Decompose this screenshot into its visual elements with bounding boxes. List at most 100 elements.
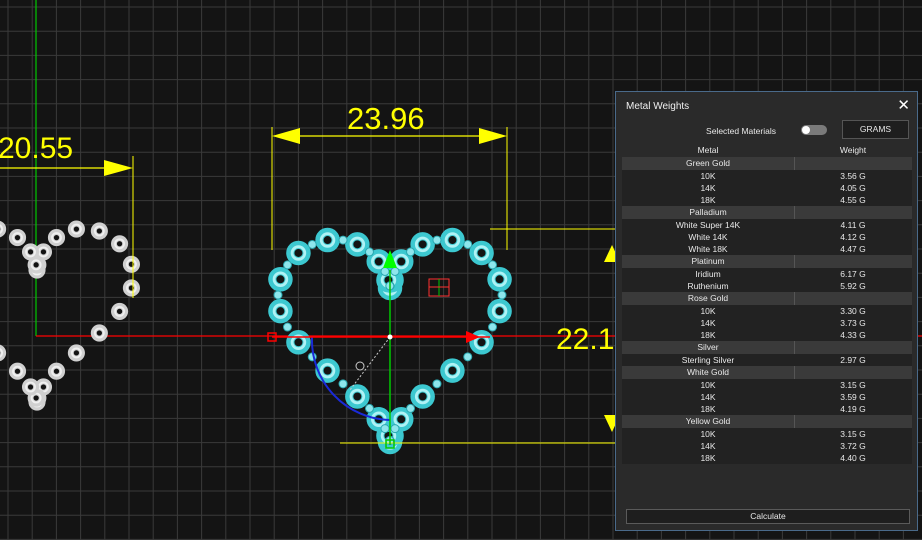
gem-setting-center [476, 337, 487, 348]
gem-setting-center [476, 247, 487, 258]
metal-group-header: Green Gold [622, 157, 912, 170]
gem-setting-center [447, 365, 458, 376]
silver-gem-setting-center [32, 261, 40, 269]
table-row: Sterling Silver 2.97 G [622, 354, 912, 366]
dimension-center: 23.96 [271, 101, 508, 250]
metal-group-name: White Gold [686, 367, 730, 377]
metal-group-header: Rose Gold [622, 292, 912, 305]
metal-weight: 4.05 G [840, 183, 866, 193]
silver-gem-setting-center [32, 394, 40, 402]
metal-weight: 3.15 G [840, 380, 866, 390]
metal-group-name: Green Gold [686, 158, 730, 168]
prong-bead [380, 424, 390, 434]
table-row: 14K 3.72 G [622, 440, 912, 452]
prong-bead [364, 247, 374, 257]
prong-bead [338, 379, 348, 389]
prong-bead [463, 239, 473, 249]
table-row: White Super 14K 4.11 G [622, 219, 912, 231]
gem-setting-center [352, 391, 363, 402]
metal-weight: 4.19 G [840, 404, 866, 414]
prong-bead [282, 260, 292, 270]
silver-gem-setting-center [95, 329, 104, 337]
gizmo-center[interactable] [387, 334, 393, 340]
metal-name: 18K [700, 453, 716, 463]
gem-setting-center [396, 256, 407, 267]
gem-setting-center [396, 414, 407, 425]
panel-title: Metal Weights [626, 101, 690, 112]
dimension-center-value: 23.96 [347, 101, 425, 136]
table-row: 18K 4.19 G [622, 403, 912, 415]
prong-bead [307, 239, 317, 249]
table-row: White 14K 4.12 G [622, 231, 912, 243]
metal-group-name: Silver [697, 342, 719, 352]
silver-gem-setting-center [26, 383, 35, 391]
table-row: 10K 3.15 G [622, 379, 912, 391]
prong-bead [380, 266, 390, 276]
metal-group-header: Platinum [622, 255, 912, 268]
silver-gem-setting-center [115, 240, 124, 248]
selected-materials-toggle[interactable] [801, 125, 827, 135]
silver-gem-setting-center [72, 225, 81, 233]
prong-bead [273, 290, 283, 300]
silver-gem-setting-center [13, 233, 22, 242]
table-row: 10K 3.30 G [622, 305, 912, 317]
silver-gem-setting-center [95, 227, 104, 235]
metal-weight: 3.72 G [840, 441, 866, 451]
silver-gem-setting-center [26, 248, 35, 256]
metal-name: White Super 14K [675, 220, 741, 230]
metal-name: 18K [700, 404, 716, 414]
prong-bead [432, 379, 442, 389]
silver-gem-setting-center [52, 233, 61, 242]
metal-group-name: Palladium [689, 207, 727, 217]
gem-setting-center [275, 306, 286, 317]
calculate-button[interactable]: Calculate [626, 509, 910, 524]
left-heart-model[interactable] [0, 220, 141, 411]
table-row: Ruthenium 5.92 G [622, 280, 912, 292]
metal-group-name: Platinum [691, 256, 725, 266]
metal-weight: 3.73 G [840, 318, 866, 328]
metal-name: 14K [700, 392, 716, 402]
silver-gem-setting-center [13, 367, 22, 375]
metal-weight: 4.40 G [840, 453, 866, 463]
metal-name: 18K [700, 195, 716, 205]
table-row: 14K 3.73 G [622, 317, 912, 329]
metal-name: White 14K [688, 232, 728, 242]
metal-weight: 4.12 G [840, 232, 866, 242]
gem-setting-center [494, 306, 505, 317]
metal-weight: 3.59 G [840, 392, 866, 402]
metal-name: Sterling Silver [681, 355, 735, 365]
metal-name: Ruthenium [687, 281, 729, 291]
column-weight: Weight [839, 145, 867, 155]
gem-setting-center [352, 239, 363, 250]
metal-name: 14K [700, 318, 716, 328]
prong-bead [432, 235, 442, 245]
metal-weights-panel: Metal Weights ✕ Selected Materials GRAMS… [615, 91, 918, 531]
prong-bead [488, 260, 498, 270]
gem-setting-center [322, 235, 333, 246]
metal-group-header: Silver [622, 341, 912, 354]
prong-bead [497, 290, 507, 300]
table-header: Metal Weight [622, 144, 912, 157]
table-row: 10K 3.56 G [622, 170, 912, 182]
metal-name: White 18K [688, 244, 728, 254]
metal-weight: 3.56 G [840, 171, 866, 181]
gizmo-rotate-handle[interactable] [355, 361, 365, 371]
metal-group-header: White Gold [622, 366, 912, 379]
metal-name: Iridium [695, 269, 721, 279]
silver-gem-setting-center [127, 260, 136, 268]
metal-weight: 4.11 G [840, 220, 866, 230]
metal-name: 10K [700, 429, 716, 439]
gem-setting-center [494, 274, 505, 285]
silver-gem-setting-center [115, 307, 124, 316]
prong-bead [364, 403, 374, 413]
table-row: 18K 4.55 G [622, 194, 912, 206]
close-icon[interactable]: ✕ [897, 96, 910, 114]
metal-weight: 4.33 G [840, 330, 866, 340]
units-button[interactable]: GRAMS [842, 120, 909, 139]
gem-setting-center [417, 239, 428, 250]
table-row: 10K 3.15 G [622, 428, 912, 440]
metal-name: 18K [700, 330, 716, 340]
table-row: 18K 4.40 G [622, 452, 912, 464]
gem-setting-center [275, 274, 286, 285]
gem-setting-center [373, 256, 384, 267]
